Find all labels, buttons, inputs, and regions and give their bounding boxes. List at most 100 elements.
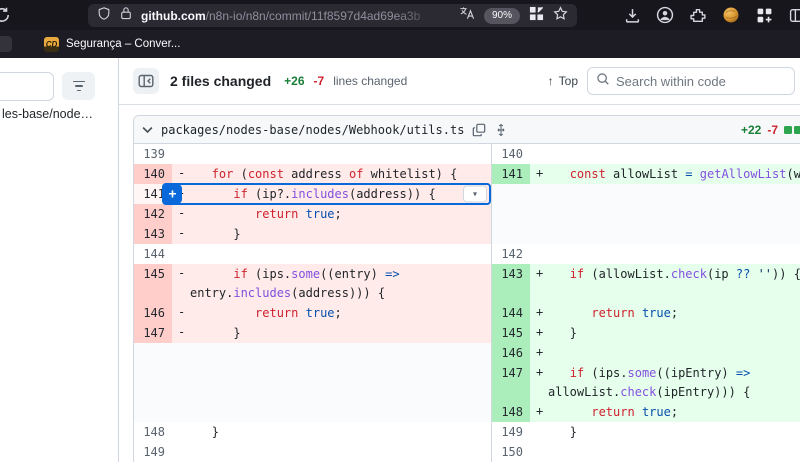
diff-row: 143- } (134, 224, 800, 244)
line-number[interactable]: 141 (492, 164, 530, 184)
code-line (546, 224, 800, 244)
downloads-icon[interactable] (622, 5, 642, 25)
diff-marker (172, 144, 188, 164)
diff-marker (530, 442, 546, 462)
code-line: return true; (188, 204, 491, 224)
diff-row: 141- if (ip?.includes(address)) {+▾ (134, 184, 800, 204)
line-number[interactable]: 143 (134, 224, 172, 244)
partial-tab-icon[interactable] (0, 36, 12, 52)
line-number[interactable]: 142 (492, 244, 530, 264)
line-number[interactable]: 149 (134, 442, 172, 462)
line-number[interactable]: 145 (492, 323, 530, 343)
diff-cell-left: 145- if (ips.some((entry) => entry.inclu… (134, 264, 491, 303)
refresh-icon[interactable] (0, 6, 11, 29)
line-number[interactable]: 146 (134, 303, 172, 323)
diff-cell-left: 144 (134, 244, 491, 264)
line-number (492, 184, 530, 204)
line-number[interactable]: 147 (134, 323, 172, 343)
diff-cell-left: 146- return true; (134, 303, 491, 323)
diff-marker: + (530, 164, 546, 184)
diff-cell-right: 140 (491, 144, 800, 164)
line-number[interactable]: 150 (492, 442, 530, 462)
account-icon[interactable] (655, 5, 675, 25)
file-diff-container: packages/nodes-base/nodes/Webhook/utils.… (133, 115, 800, 462)
diff-marker: - (172, 204, 188, 224)
diff-marker: + (530, 343, 546, 363)
diff-marker (172, 402, 188, 422)
line-number[interactable]: 146 (492, 343, 530, 363)
line-number[interactable]: 140 (492, 144, 530, 164)
diff-marker (530, 422, 546, 442)
extensions-grid-icon[interactable] (754, 5, 774, 25)
sidebar-toggle-icon[interactable] (787, 5, 800, 25)
code-line (546, 144, 800, 164)
diff-cell-right: 146+ (491, 343, 800, 363)
addon-globe-icon[interactable] (721, 5, 741, 25)
line-number[interactable]: 147 (492, 363, 530, 402)
file-path[interactable]: packages/nodes-base/nodes/Webhook/utils.… (161, 123, 464, 137)
diff-main: 2 files changed +26 -7 lines changed ↑ T… (119, 58, 800, 462)
search-input[interactable] (616, 74, 792, 89)
filter-button[interactable] (62, 72, 95, 100)
line-number[interactable]: 148 (492, 402, 530, 422)
diff-marker (530, 224, 546, 244)
diff-marker: + (530, 303, 546, 323)
line-number[interactable]: 140 (134, 164, 172, 184)
shield-icon[interactable] (97, 6, 111, 26)
zoom-level-badge[interactable]: 90% (484, 8, 520, 24)
code-line: if (ip?.includes(address)) { (188, 184, 491, 204)
tab-grid-icon[interactable] (529, 6, 544, 26)
diff-cell-right (491, 224, 800, 244)
lock-icon[interactable] (120, 6, 132, 25)
line-number[interactable]: 144 (492, 303, 530, 323)
lines-changed-label: lines changed (333, 74, 407, 88)
code-line: } (188, 422, 491, 442)
diff-cell-right: 144+ return true; (491, 303, 800, 323)
tab-title: Segurança – Conver... (66, 38, 180, 50)
copy-path-icon[interactable] (472, 123, 486, 137)
line-number[interactable]: 145 (134, 264, 172, 303)
toggle-file-tree-button[interactable] (133, 68, 159, 94)
extension-puzzle-icon[interactable] (688, 5, 708, 25)
line-number[interactable]: 143 (492, 264, 530, 303)
line-menu-caret-button[interactable]: ▾ (463, 186, 487, 203)
diff-marker (172, 363, 188, 402)
line-number[interactable]: 148 (134, 422, 172, 442)
code-line (546, 204, 800, 224)
code-line: } (188, 224, 491, 244)
github-page: les-base/node… 2 files changed +26 -7 li… (0, 58, 800, 462)
diff-row: 146- return true;144+ return true; (134, 303, 800, 323)
add-comment-button[interactable]: + (163, 185, 182, 204)
code-line (188, 343, 491, 363)
diff-cell-left: 142- return true; (134, 204, 491, 224)
diffstat-block (784, 126, 792, 134)
browser-tab[interactable]: CD Segurança – Conver... (36, 33, 188, 55)
diff-row: 147+ if (ips.some((ipEntry) => allowList… (134, 363, 800, 402)
diff-marker (172, 422, 188, 442)
bookmark-star-icon[interactable] (553, 6, 568, 26)
code-line (188, 402, 491, 422)
scroll-to-top-link[interactable]: ↑ Top (548, 74, 578, 88)
diff-cell-left (134, 402, 491, 422)
diff-cell-left: 139 (134, 144, 491, 164)
file-tree-item[interactable]: les-base/node… (2, 107, 93, 121)
diff-cell-right: 142 (491, 244, 800, 264)
file-filter-input[interactable] (0, 72, 54, 101)
total-deletions: -7 (314, 74, 325, 88)
translate-icon[interactable] (459, 6, 475, 25)
line-number (492, 204, 530, 224)
drag-grabber-icon[interactable] (494, 123, 508, 137)
collapse-file-chevron-icon[interactable] (142, 126, 153, 134)
line-number[interactable]: 144 (134, 244, 172, 264)
search-within-code-box[interactable] (587, 67, 795, 95)
diff-cell-left (134, 343, 491, 363)
diff-table: 139140140- for (const address of whiteli… (134, 144, 800, 462)
code-line: return true; (546, 402, 800, 422)
diff-marker: - (172, 264, 188, 303)
line-number[interactable]: 142 (134, 204, 172, 224)
code-line (546, 244, 800, 264)
total-additions: +26 (284, 74, 304, 88)
line-number[interactable]: 149 (492, 422, 530, 442)
url-bar[interactable]: github.com/n8n-io/n8n/commit/11f8597d4ad… (88, 4, 577, 27)
line-number[interactable]: 139 (134, 144, 172, 164)
